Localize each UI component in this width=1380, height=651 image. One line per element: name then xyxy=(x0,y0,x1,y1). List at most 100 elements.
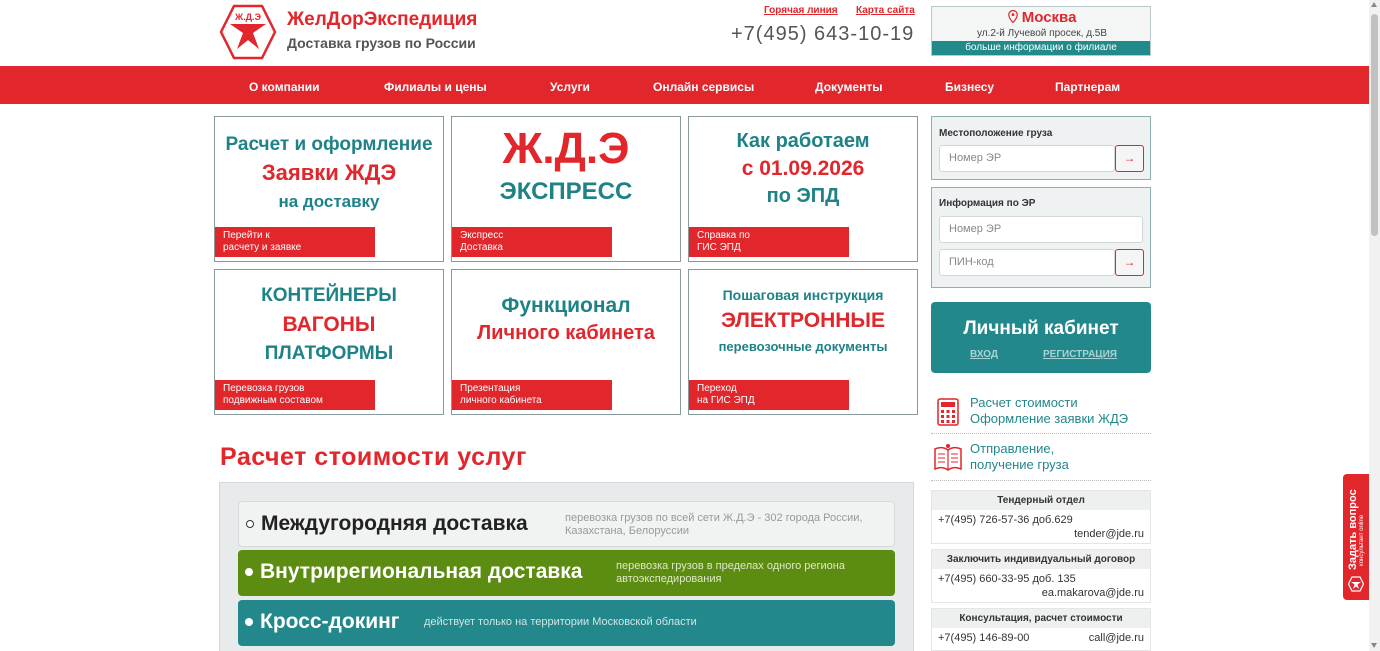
option-desc: действует только на территории Московско… xyxy=(424,616,697,628)
tile-button-line: Справка по xyxy=(697,230,750,241)
contact-heading: Заключить индивидуальный договор xyxy=(932,550,1150,569)
tile-cabinet-features[interactable]: Функционал Личного кабинета Презентация л… xyxy=(451,269,681,415)
scroll-down-icon[interactable] xyxy=(1371,643,1377,648)
scroll-thumb[interactable] xyxy=(1371,14,1378,236)
header-phone[interactable]: +7(495) 643-10-19 xyxy=(731,23,914,46)
calc-panel: Междугородняя доставка перевозка грузов … xyxy=(219,482,914,651)
tile-button[interactable]: Экспресс Доставка xyxy=(452,227,612,257)
contact-email[interactable]: tender@jde.ru xyxy=(1074,528,1144,540)
city-address: ул.2-й Лучевой просек, д.5В xyxy=(976,28,1108,39)
tile-button-line: Перевозка грузов xyxy=(223,383,305,394)
nav-item-online-services[interactable]: Онлайн сервисы xyxy=(653,66,754,104)
tile-button[interactable]: Перейти к расчету и заявке xyxy=(215,227,375,257)
cargo-search-button[interactable]: → xyxy=(1115,145,1144,172)
scroll-up-icon[interactable] xyxy=(1371,2,1377,7)
contact-consulting: Консультация, расчет стоимости +7(495) 1… xyxy=(931,608,1151,651)
jde-logo-icon[interactable]: Ж.Д.Э xyxy=(219,3,277,61)
calc-section-title: Расчет стоимости услуг xyxy=(220,443,527,471)
contact-heading: Консультация, расчет стоимости xyxy=(932,609,1150,628)
tile-epd-guide[interactable]: Пошаговая инструкция ЭЛЕКТРОННЫЕ перевоз… xyxy=(688,269,918,415)
tile-button[interactable]: Справка по ГИС ЭПД xyxy=(689,227,849,257)
pin-code-input[interactable]: ПИН-код xyxy=(939,249,1115,276)
ask-question-tab[interactable]: Задать вопрос консультант online xyxy=(1343,474,1369,600)
quick-link-text[interactable]: Отправление, получение груза xyxy=(970,441,1069,473)
city-name-row[interactable]: Москва xyxy=(932,9,1152,26)
quick-link-text[interactable]: Расчет стоимости Оформление заявки ЖДЭ xyxy=(970,395,1128,427)
tile-line: Заявки ЖДЭ xyxy=(261,160,397,185)
cabinet-title: Личный кабинет xyxy=(963,318,1119,339)
personal-cabinet: Личный кабинет вход регистрация xyxy=(931,302,1151,373)
nav-item-partners[interactable]: Партнерам xyxy=(1055,66,1120,104)
tile-line: вагоны xyxy=(282,313,376,336)
tile-epd[interactable]: Как работаем с 01.09.2026 по ЭПД Справка… xyxy=(688,116,918,262)
branch-info-link[interactable]: больше информации о филиале xyxy=(932,41,1150,55)
contact-email[interactable]: call@jde.ru xyxy=(1089,632,1144,644)
nav-item-about[interactable]: О компании xyxy=(249,66,320,104)
cabinet-login-link[interactable]: вход xyxy=(970,349,998,360)
contact-email[interactable]: ea.makarova@jde.ru xyxy=(1042,587,1144,599)
er-search-button[interactable]: → xyxy=(1115,249,1144,276)
tile-express[interactable]: Ж.Д.Э ЭКСПРЕСС Экспресс Доставка xyxy=(451,116,681,262)
book-icon xyxy=(934,444,962,471)
quick-link-line: получение груза xyxy=(970,457,1069,472)
cargo-number-input[interactable]: Номер ЭР xyxy=(939,145,1115,172)
tile-line: ЭКСПРЕСС xyxy=(499,178,633,205)
option-desc-line: Казахстана, Белоруссии xyxy=(565,525,690,537)
cargo-location-form: Местоположение груза Номер ЭР → xyxy=(931,116,1151,180)
option-regional[interactable]: Внутрирегиональная доставка перевозка гр… xyxy=(238,550,895,596)
tile-order-calc[interactable]: Расчет и оформление Заявки ЖДЭ на достав… xyxy=(214,116,444,262)
tile-line: Ж.Д.Э xyxy=(502,124,630,173)
tile-button-line: ГИС ЭПД xyxy=(697,242,741,253)
contact-tender: Тендерный отдел +7(495) 726-57-36 доб.62… xyxy=(931,490,1151,544)
tile-containers[interactable]: контейнеры вагоны платформы Перевозка гр… xyxy=(214,269,444,415)
contact-phone[interactable]: +7(495) 146-89-00 xyxy=(938,632,1029,644)
contact-phone[interactable]: +7(495) 726-57-36 доб.629 xyxy=(938,514,1073,526)
jde-small-logo-icon xyxy=(1348,576,1364,592)
page-scrollbar[interactable] xyxy=(1369,0,1380,651)
quick-link-calc[interactable]: Расчет стоимости Оформление заявки ЖДЭ xyxy=(931,395,1151,434)
city-selector[interactable]: Москва ул.2-й Лучевой просек, д.5В больш… xyxy=(931,6,1151,56)
tile-line: ЭЛЕКТРОННЫЕ xyxy=(720,309,885,332)
tile-line: Как работаем xyxy=(736,130,870,152)
hotline-link[interactable]: Горячая линия xyxy=(764,5,838,16)
form-label: Местоположение груза xyxy=(939,128,1053,139)
contact-phone[interactable]: +7(495) 660-33-95 доб. 135 xyxy=(938,573,1076,585)
nav-item-documents[interactable]: Документы xyxy=(815,66,882,104)
tile-button[interactable]: Переход на ГИС ЭПД xyxy=(689,380,849,410)
tile-line: платформы xyxy=(264,343,394,364)
sitemap-link[interactable]: Карта сайта xyxy=(856,5,915,16)
option-desc-line: автоэкспедирования xyxy=(616,573,722,585)
tile-button-line: личного кабинета xyxy=(460,395,542,406)
nav-item-branches[interactable]: Филиалы и цены xyxy=(384,66,487,104)
brand-name[interactable]: ЖелДорЭкспедиция xyxy=(287,9,477,31)
tile-button-line: на ГИС ЭПД xyxy=(697,395,755,406)
quick-link-send[interactable]: Отправление, получение груза xyxy=(931,441,1151,481)
tile-button-line: Перейти к xyxy=(223,230,270,241)
tile-line: контейнеры xyxy=(261,285,397,306)
quick-link-line: Оформление заявки ЖДЭ xyxy=(970,411,1129,426)
contact-heading: Тендерный отдел xyxy=(932,491,1150,510)
quick-link-line: Расчет стоимости xyxy=(970,395,1078,410)
tile-line: Расчет и оформление xyxy=(225,134,433,155)
radio-bullet-icon xyxy=(246,520,254,528)
er-info-form: Информация по ЭР Номер ЭР ПИН-код → xyxy=(931,187,1151,288)
tile-line: Личного кабинета xyxy=(477,322,655,344)
option-intercity[interactable]: Междугородняя доставка перевозка грузов … xyxy=(238,501,895,547)
cabinet-register-link[interactable]: регистрация xyxy=(1043,349,1117,360)
er-number-input[interactable]: Номер ЭР xyxy=(939,216,1143,243)
svg-text:Ж.Д.Э: Ж.Д.Э xyxy=(234,12,262,22)
contact-contract: Заключить индивидуальный договор +7(495)… xyxy=(931,549,1151,603)
option-desc: перевозка грузов по всей сети Ж.Д.Э - 30… xyxy=(565,512,863,538)
location-pin-icon xyxy=(1007,10,1018,23)
radio-bullet-icon xyxy=(245,568,253,576)
nav-item-business[interactable]: Бизнесу xyxy=(945,66,994,104)
tile-button[interactable]: Перевозка грузов подвижным составом xyxy=(215,380,375,410)
nav-item-services[interactable]: Услуги xyxy=(550,66,590,104)
tile-line: Функционал xyxy=(501,294,631,317)
calculator-icon xyxy=(937,398,959,426)
option-crossdock[interactable]: Кросс-докинг действует только на террито… xyxy=(238,600,895,646)
option-desc-line: перевозка грузов по всей сети Ж.Д.Э - 30… xyxy=(565,512,863,524)
ask-question-label: Задать вопрос xyxy=(1347,489,1359,570)
tile-button-line: расчету и заявке xyxy=(223,242,302,253)
tile-button[interactable]: Презентация личного кабинета xyxy=(452,380,612,410)
